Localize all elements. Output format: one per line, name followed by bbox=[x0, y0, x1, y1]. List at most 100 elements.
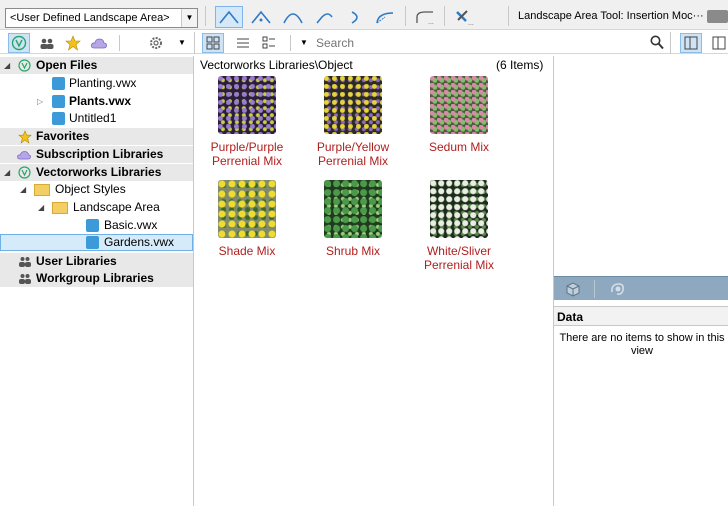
render-mode-icon[interactable] bbox=[564, 280, 582, 301]
detail-list-icon bbox=[262, 36, 275, 49]
resource-item[interactable]: Sedum Mix bbox=[414, 76, 504, 154]
divider bbox=[405, 6, 406, 26]
tree-item-untitled[interactable]: Untitled1 bbox=[0, 110, 193, 127]
detail-view-button[interactable] bbox=[258, 33, 280, 53]
collapse-icon[interactable]: ◢ bbox=[38, 199, 44, 216]
tree-item-label: Open Files bbox=[36, 58, 98, 72]
vectorworks-logo-icon bbox=[18, 59, 31, 72]
cubic-vertex-button[interactable] bbox=[279, 6, 307, 28]
divider bbox=[508, 6, 509, 26]
vwx-file-icon bbox=[86, 219, 99, 232]
tree-item-label: Favorites bbox=[36, 129, 90, 143]
empty-state-line2: view bbox=[630, 345, 653, 357]
resource-item[interactable]: Purple/Purple Perrenial Mix bbox=[202, 76, 292, 168]
collapse-icon[interactable]: ◢ bbox=[4, 57, 10, 74]
users-icon bbox=[18, 255, 32, 268]
settings-button[interactable] bbox=[145, 33, 167, 53]
vectorworks-libraries-filter-button[interactable] bbox=[8, 33, 30, 53]
tree-item-planting[interactable]: Planting.vwx bbox=[0, 75, 193, 92]
vwx-file-icon bbox=[52, 112, 65, 125]
chevron-down-icon[interactable]: ▼ bbox=[300, 38, 308, 47]
shade-mix-thumbnail bbox=[218, 180, 276, 238]
item-name-line1: Purple/Purple bbox=[210, 140, 284, 154]
white-silver-thumbnail bbox=[430, 180, 488, 238]
resource-item[interactable]: Shade Mix bbox=[202, 180, 292, 258]
class-dropdown-value: <User Defined Landscape Area> bbox=[10, 12, 170, 24]
tree-item-user-libraries[interactable]: User Libraries bbox=[0, 253, 193, 270]
empty-state-line1: There are no items to show in this bbox=[559, 332, 725, 344]
tree-item-gardens[interactable]: Gardens.vwx bbox=[0, 234, 193, 251]
preview-pane-icon bbox=[684, 36, 698, 50]
tree-item-plants[interactable]: ▷ Plants.vwx bbox=[0, 93, 193, 110]
cubic-vertex-icon bbox=[283, 13, 303, 24]
list-view-button[interactable] bbox=[232, 33, 254, 53]
resource-item[interactable]: White/Sliver Perrenial Mix bbox=[414, 180, 504, 272]
folder-icon bbox=[52, 202, 68, 214]
preferences-icon: ... bbox=[456, 10, 474, 26]
tree-item-object-styles[interactable]: ◢ Object Styles bbox=[0, 181, 193, 198]
class-dropdown[interactable]: <User Defined Landscape Area> ▼ bbox=[5, 8, 198, 28]
tool-mode-bar: <User Defined Landscape Area> ▼ ... ... … bbox=[0, 0, 728, 30]
preferences-button[interactable]: ... bbox=[450, 6, 478, 28]
collapse-icon[interactable]: ◢ bbox=[4, 164, 10, 181]
rotate-view-icon[interactable] bbox=[608, 280, 626, 301]
item-name-line2: Perrenial Mix bbox=[423, 258, 495, 272]
tree-item-label: Planting.vwx bbox=[69, 76, 137, 90]
tree-item-basic[interactable]: Basic.vwx bbox=[0, 217, 193, 234]
empty-state-message: There are no items to show in this view bbox=[557, 332, 727, 358]
tree-item-workgroup-libraries[interactable]: Workgroup Libraries bbox=[0, 270, 193, 287]
arc-by-radius-button[interactable] bbox=[371, 6, 399, 28]
search-input[interactable] bbox=[316, 35, 666, 51]
svg-text:...: ... bbox=[428, 19, 434, 25]
shrub-mix-thumbnail bbox=[324, 180, 382, 238]
divider bbox=[194, 32, 195, 54]
bezier-vertex-icon bbox=[251, 10, 271, 24]
cloud-icon bbox=[91, 38, 107, 49]
folder-icon bbox=[34, 184, 50, 196]
item-name-line1: Shrub Mix bbox=[325, 244, 381, 258]
point-on-arc-button[interactable] bbox=[341, 6, 369, 28]
rectangle-mode-button[interactable]: ... bbox=[412, 6, 440, 28]
bezier-vertex-button[interactable] bbox=[247, 6, 275, 28]
chevron-down-icon[interactable]: ▼ bbox=[181, 9, 197, 27]
users-icon bbox=[18, 272, 32, 285]
tree-item-landscape-area[interactable]: ◢ Landscape Area bbox=[0, 199, 193, 216]
subscription-filter-button[interactable] bbox=[88, 33, 110, 53]
corner-vertex-button[interactable] bbox=[215, 6, 243, 28]
vectorworks-logo-icon bbox=[18, 166, 31, 179]
grid-view-icon bbox=[206, 36, 220, 50]
show-preview-pane-button[interactable] bbox=[680, 33, 702, 53]
arc-by-radius-icon bbox=[376, 12, 394, 24]
vectorworks-logo-icon bbox=[11, 35, 27, 51]
resource-item[interactable]: Shrub Mix bbox=[308, 180, 398, 258]
tree-item-label: User Libraries bbox=[36, 254, 117, 268]
divider bbox=[670, 32, 671, 54]
layout-toggle-button[interactable] bbox=[708, 33, 728, 53]
chevron-down-icon[interactable]: ▼ bbox=[178, 38, 186, 47]
tree-item-vectorworks-libraries[interactable]: ◢ Vectorworks Libraries bbox=[0, 164, 193, 181]
user-libraries-filter-button[interactable] bbox=[36, 33, 58, 53]
divider bbox=[290, 35, 291, 51]
item-name-line1: Sedum Mix bbox=[428, 140, 490, 154]
expand-icon[interactable]: ▷ bbox=[37, 93, 43, 110]
thumbnail-view-button[interactable] bbox=[202, 33, 224, 53]
search-icon[interactable] bbox=[650, 35, 664, 53]
overflow-icon[interactable] bbox=[707, 10, 728, 23]
divider bbox=[119, 35, 120, 51]
collapse-icon[interactable]: ◢ bbox=[20, 181, 26, 198]
resource-item[interactable]: Purple/Yellow Perrenial Mix bbox=[308, 76, 398, 168]
purple-purple-thumbnail bbox=[218, 76, 276, 134]
tree-item-favorites[interactable]: Favorites bbox=[0, 128, 193, 145]
svg-text:...: ... bbox=[468, 20, 474, 26]
tree-item-open-files[interactable]: ◢ Open Files bbox=[0, 57, 193, 74]
list-view-icon bbox=[237, 38, 249, 48]
cloud-icon bbox=[16, 148, 32, 161]
item-name-line1: Shade Mix bbox=[218, 244, 276, 258]
tree-item-subscription-libraries[interactable]: Subscription Libraries bbox=[0, 146, 193, 163]
tree-item-label: Subscription Libraries bbox=[36, 147, 164, 161]
gear-icon bbox=[150, 37, 162, 49]
favorites-filter-button[interactable] bbox=[62, 33, 84, 53]
users-icon bbox=[40, 38, 54, 49]
tangent-arc-button[interactable] bbox=[311, 6, 339, 28]
tree-item-label: Workgroup Libraries bbox=[36, 271, 154, 285]
